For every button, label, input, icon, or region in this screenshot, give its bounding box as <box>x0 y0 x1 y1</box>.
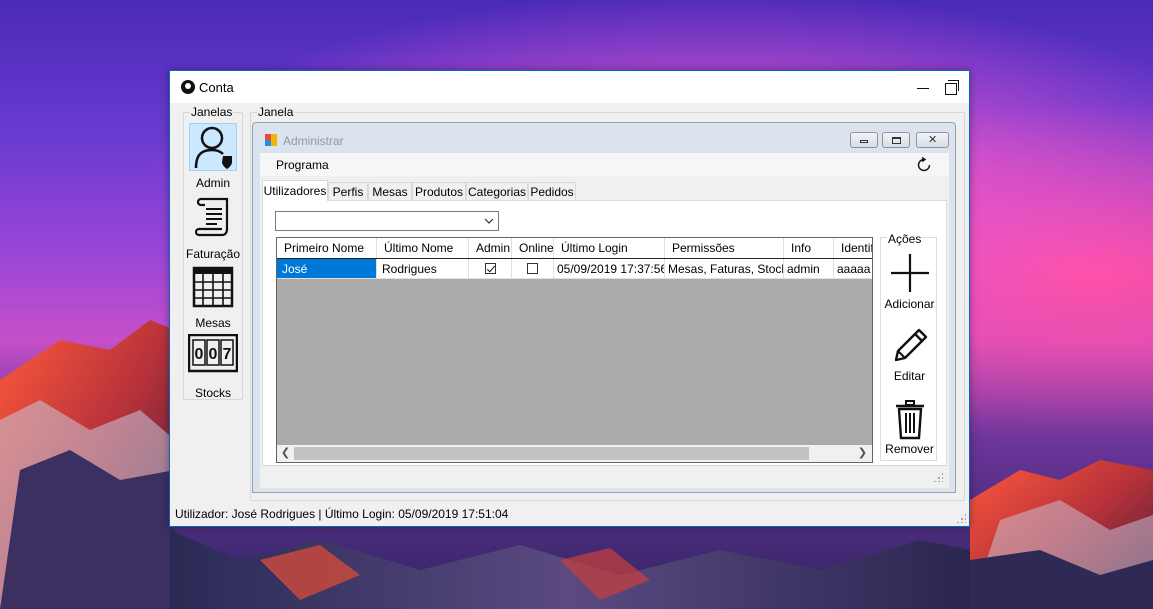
cell-primeiro-nome[interactable]: José <box>277 259 377 279</box>
window-title: Conta <box>199 80 234 95</box>
grid-header-row: Primeiro Nome Último Nome Admin Online Ú… <box>277 238 872 259</box>
counter-digit: 0 <box>209 346 218 363</box>
title-bar[interactable]: Conta <box>170 71 969 103</box>
restore-button[interactable] <box>937 75 965 99</box>
administrar-window: Administrar Programa Utilizadores Perfis… <box>252 122 956 493</box>
status-bar: Utilizador: José Rodrigues | Último Logi… <box>170 504 969 526</box>
main-window: Conta Janelas Admin Faturação Mesas 0 0 … <box>169 70 970 527</box>
tab-page-utilizadores: Primeiro Nome Último Nome Admin Online Ú… <box>262 200 947 466</box>
cell-identificador[interactable]: aaaaa <box>834 259 872 279</box>
filter-combobox[interactable] <box>275 211 499 231</box>
janela-group-label: Janela <box>257 105 295 119</box>
column-header[interactable]: Permissões <box>665 238 784 258</box>
status-text: Utilizador: José Rodrigues | Último Logi… <box>175 507 509 521</box>
user-shield-icon <box>189 123 237 171</box>
janelas-group: Janelas Admin Faturação Mesas 0 0 7 Stoc… <box>183 105 243 400</box>
tab-utilizadores[interactable]: Utilizadores <box>262 180 328 201</box>
acoes-group: Ações Adicionar Editar Remover <box>880 232 937 461</box>
user-circle-icon <box>181 80 195 94</box>
window-app-icon <box>265 134 277 146</box>
tab-mesas[interactable]: Mesas <box>368 182 412 200</box>
cell-admin[interactable] <box>469 259 512 279</box>
cell-ultimo-login[interactable]: 05/09/2019 17:37:56 <box>554 259 665 279</box>
sidebar-item-label: Admin <box>195 176 230 190</box>
scroll-right-icon[interactable]: ❯ <box>855 446 870 461</box>
counter-digit: 7 <box>223 346 232 363</box>
counter-007-icon: 0 0 7 <box>187 333 239 374</box>
tab-categorias[interactable]: Categorias <box>466 182 528 200</box>
cell-info[interactable]: admin <box>784 259 834 279</box>
cell-online[interactable] <box>512 259 554 279</box>
counter-digit: 0 <box>195 346 204 363</box>
receipt-scroll-icon <box>189 193 237 241</box>
users-grid[interactable]: Primeiro Nome Último Nome Admin Online Ú… <box>276 237 873 463</box>
pencil-icon <box>894 328 928 362</box>
menu-programa[interactable]: Programa <box>276 158 329 172</box>
resize-grip[interactable] <box>956 513 966 523</box>
chevron-down-icon[interactable] <box>484 215 494 225</box>
refresh-icon[interactable] <box>915 156 933 174</box>
tab-produtos[interactable]: Produtos <box>412 182 466 200</box>
cell-permissoes[interactable]: Mesas, Faturas, Stocks <box>665 259 784 279</box>
sidebar-item-label: Faturação <box>185 247 241 261</box>
minimize-button[interactable] <box>909 75 937 99</box>
child-client-area: Programa Utilizadores Perfis Mesas Produ… <box>260 153 949 488</box>
plus-icon <box>891 254 929 292</box>
menu-bar: Programa <box>260 153 949 176</box>
sidebar-item-label: Stocks <box>194 386 231 400</box>
child-minimize-button[interactable] <box>850 132 878 148</box>
table-grid-icon <box>189 263 237 311</box>
acoes-group-label: Ações <box>887 232 923 246</box>
trash-icon <box>896 400 924 440</box>
tab-perfis[interactable]: Perfis <box>328 182 368 200</box>
child-close-button[interactable] <box>916 132 949 148</box>
column-header[interactable]: Info <box>784 238 834 258</box>
edit-label: Editar <box>893 369 926 383</box>
tab-pedidos[interactable]: Pedidos <box>528 182 576 200</box>
column-header[interactable]: Online <box>512 238 554 258</box>
janelas-group-label: Janelas <box>190 105 234 119</box>
online-checkbox[interactable] <box>527 263 538 275</box>
column-header[interactable]: Identifi <box>834 238 872 258</box>
sidebar-item-label: Mesas <box>195 316 231 330</box>
table-row[interactable]: José Rodrigues 05/09/2019 17:37:56 Mesas… <box>277 259 872 279</box>
column-header[interactable]: Admin <box>469 238 512 258</box>
column-header[interactable]: Último Nome <box>377 238 469 258</box>
scroll-left-icon[interactable]: ❮ <box>278 446 293 461</box>
scroll-thumb[interactable] <box>294 447 809 460</box>
child-window-title: Administrar <box>283 134 344 148</box>
cell-ultimo-nome[interactable]: Rodrigues <box>377 259 469 279</box>
remove-label: Remover <box>885 442 934 456</box>
horizontal-scrollbar[interactable]: ❮ ❯ <box>277 445 872 462</box>
column-header[interactable]: Último Login <box>554 238 665 258</box>
admin-checkbox[interactable] <box>484 263 496 275</box>
add-label: Adicionar <box>884 297 935 311</box>
column-header[interactable]: Primeiro Nome <box>277 238 377 258</box>
child-maximize-button[interactable] <box>882 132 910 148</box>
child-resize-grip[interactable] <box>933 472 943 482</box>
